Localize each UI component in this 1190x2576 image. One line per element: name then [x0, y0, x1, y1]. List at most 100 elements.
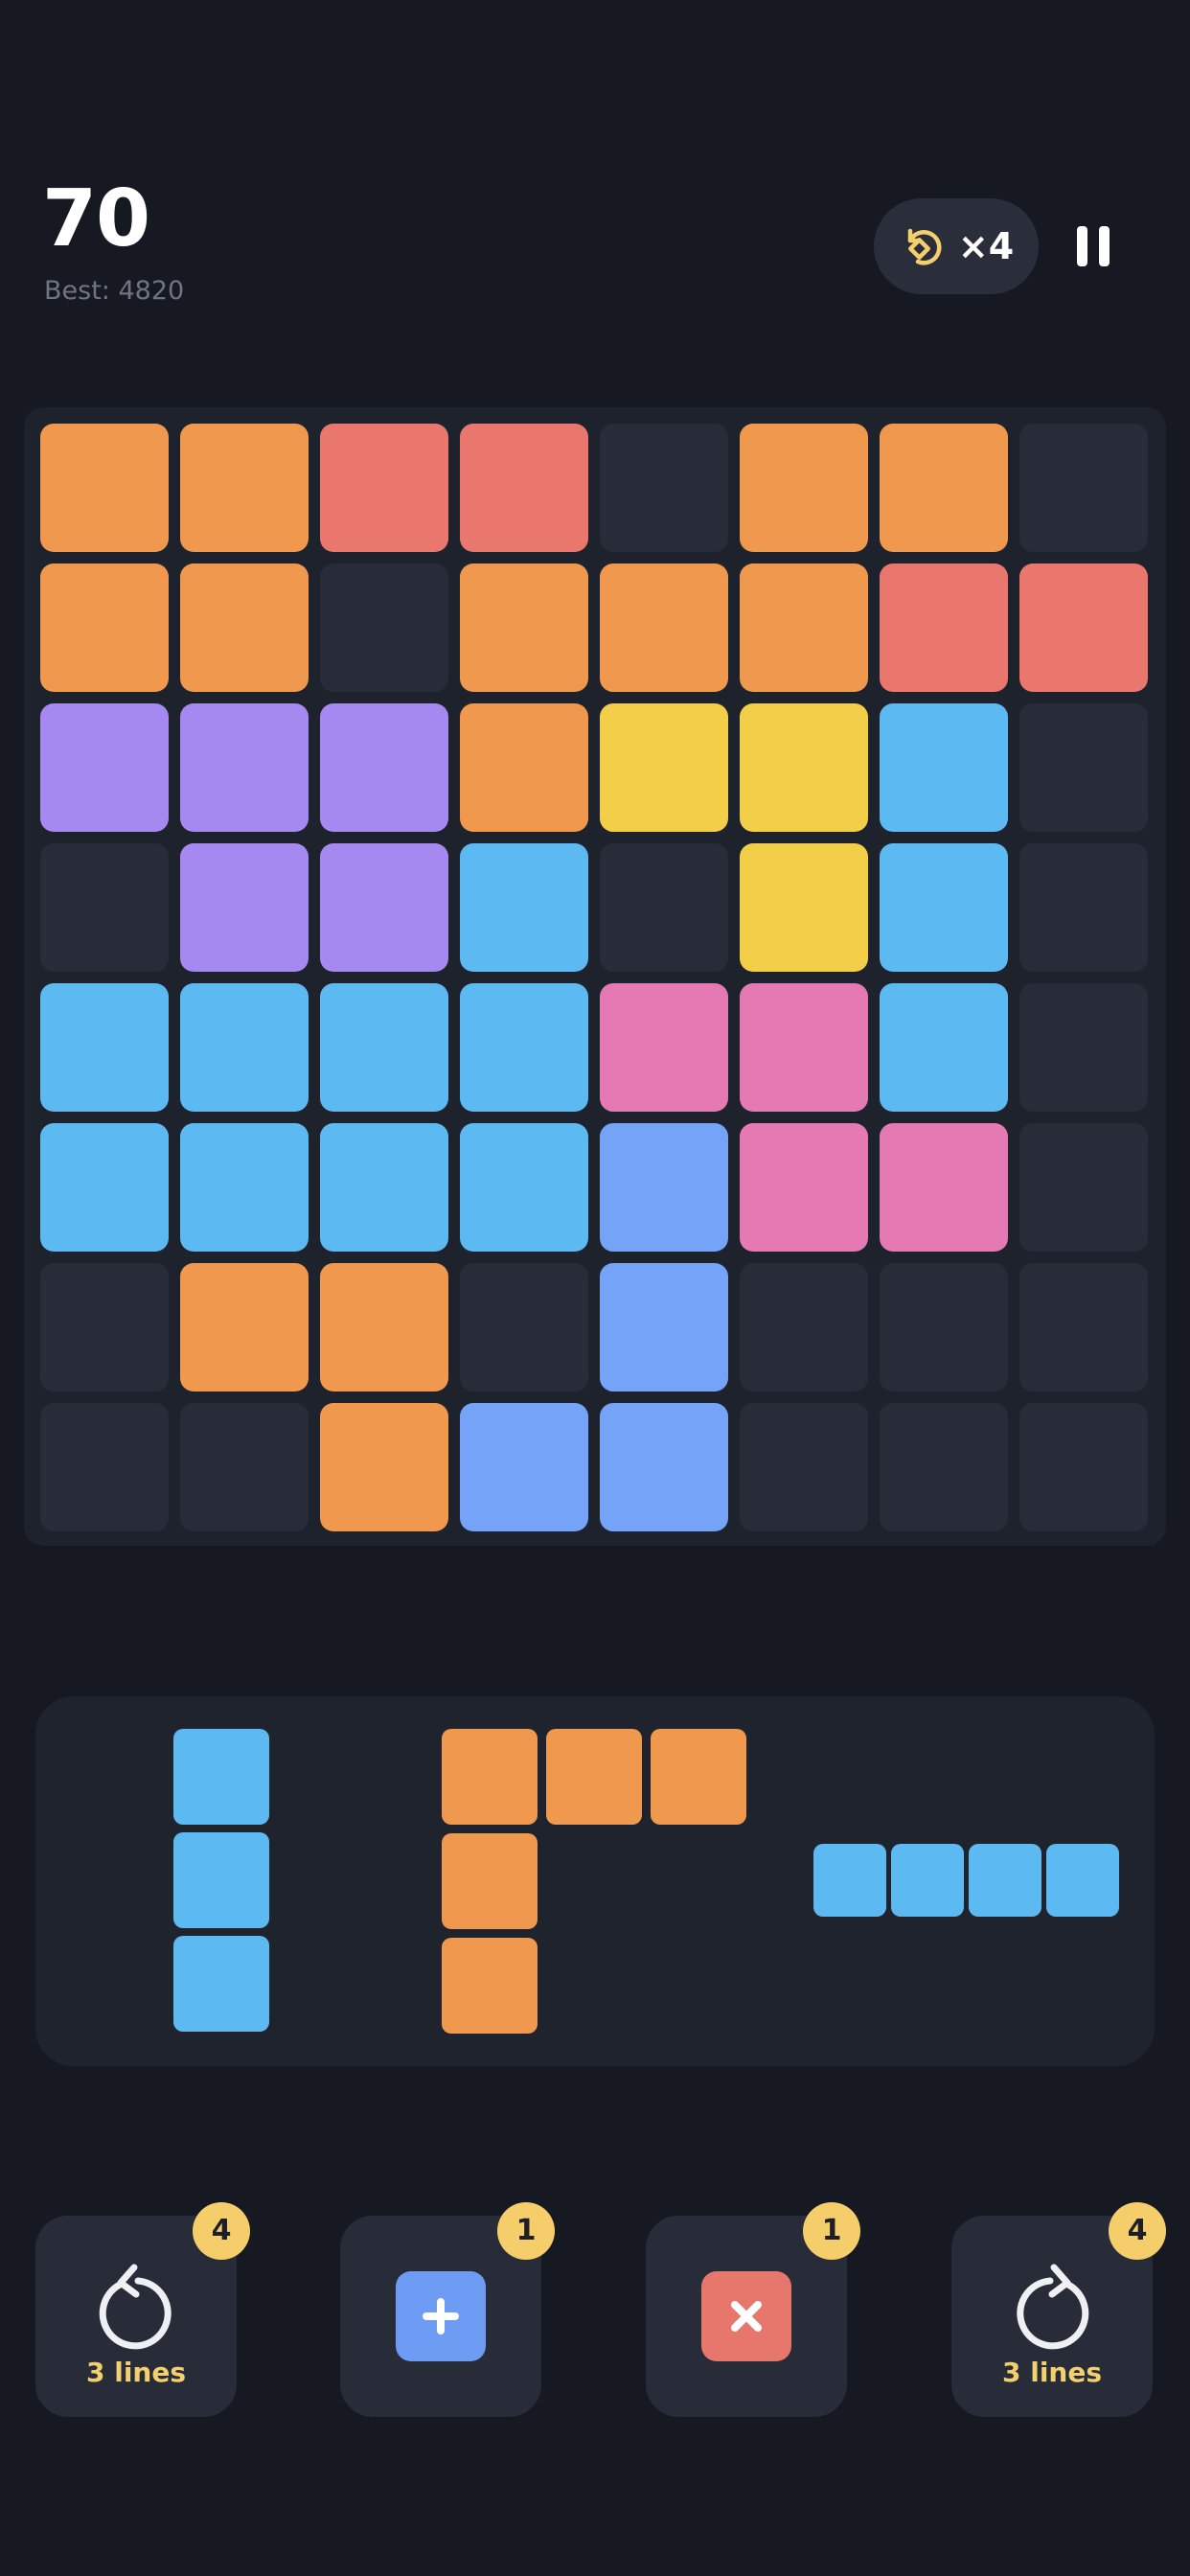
- board-cell-filled[interactable]: [600, 1403, 728, 1531]
- board-cell-filled[interactable]: [740, 843, 868, 972]
- board-cell-filled[interactable]: [320, 424, 448, 552]
- horizontal-four-block-piece[interactable]: [813, 1844, 1120, 1917]
- board-cell-filled[interactable]: [40, 703, 169, 832]
- board-cell-filled[interactable]: [180, 564, 309, 692]
- board-cell-empty[interactable]: [460, 1263, 588, 1392]
- board-cell-filled[interactable]: [460, 1403, 588, 1531]
- board-cell-filled[interactable]: [600, 703, 728, 832]
- board-cell-filled[interactable]: [460, 843, 588, 972]
- board-cell-filled[interactable]: [180, 843, 309, 972]
- redo-lines-label: 3 lines: [1001, 2357, 1102, 2388]
- board-cell-filled[interactable]: [460, 424, 588, 552]
- add-block-button[interactable]: 1: [340, 2202, 555, 2417]
- board-cell-filled[interactable]: [740, 983, 868, 1112]
- board-cell-filled[interactable]: [740, 1123, 868, 1252]
- board-cell-empty[interactable]: [1019, 1263, 1148, 1392]
- board-cell-filled[interactable]: [880, 843, 1008, 972]
- board-cell-empty[interactable]: [1019, 843, 1148, 972]
- board-cell-empty[interactable]: [1019, 424, 1148, 552]
- board-cell-filled[interactable]: [460, 703, 588, 832]
- piece-block: [969, 1844, 1041, 1917]
- board-cell-filled[interactable]: [600, 1263, 728, 1392]
- vertical-three-block-piece[interactable]: [173, 1729, 271, 2034]
- piece-block: [891, 1844, 964, 1917]
- board-cell-filled[interactable]: [320, 1123, 448, 1252]
- board-cell-empty[interactable]: [1019, 983, 1148, 1112]
- remove-block-button[interactable]: 1: [646, 2202, 860, 2417]
- board-cell-filled[interactable]: [40, 1123, 169, 1252]
- board-cell-filled[interactable]: [180, 424, 309, 552]
- board-cell-filled[interactable]: [460, 983, 588, 1112]
- board-cell-filled[interactable]: [600, 1123, 728, 1252]
- board-cell-filled[interactable]: [880, 424, 1008, 552]
- board-cell-empty[interactable]: [180, 1403, 309, 1531]
- board-cell-filled[interactable]: [180, 1263, 309, 1392]
- remove-count-badge: 1: [803, 2202, 860, 2260]
- board-cell-filled[interactable]: [40, 424, 169, 552]
- board-cell-filled[interactable]: [180, 703, 309, 832]
- board-cell-filled[interactable]: [880, 983, 1008, 1112]
- board-cell-empty[interactable]: [1019, 1403, 1148, 1531]
- score-value: 70: [42, 173, 150, 264]
- board-cell-filled[interactable]: [180, 1123, 309, 1252]
- board-cell-empty[interactable]: [600, 843, 728, 972]
- piece-block: [1046, 1844, 1119, 1917]
- piece-block: [813, 1844, 886, 1917]
- piece-block: [442, 1729, 538, 1825]
- board-cell-filled[interactable]: [880, 1123, 1008, 1252]
- game-board[interactable]: [24, 407, 1166, 1546]
- board-cell-empty[interactable]: [600, 424, 728, 552]
- board-cell-filled[interactable]: [880, 703, 1008, 832]
- piece-block: [442, 1938, 538, 2034]
- board-cell-empty[interactable]: [740, 1403, 868, 1531]
- close-icon: [701, 2271, 791, 2361]
- add-count-badge: 1: [497, 2202, 555, 2260]
- board-cell-filled[interactable]: [40, 564, 169, 692]
- rotate-button[interactable]: ×4: [874, 198, 1039, 294]
- redo-arrow-icon: [1017, 2264, 1089, 2350]
- piece-block: [173, 1936, 269, 2032]
- board-cell-filled[interactable]: [40, 983, 169, 1112]
- board-cell-filled[interactable]: [600, 983, 728, 1112]
- corner-l-block-piece[interactable]: [442, 1729, 748, 2034]
- board-cell-filled[interactable]: [320, 1403, 448, 1531]
- board-cell-filled[interactable]: [320, 1263, 448, 1392]
- board-cell-filled[interactable]: [740, 424, 868, 552]
- board-cell-empty[interactable]: [880, 1263, 1008, 1392]
- board-cell-empty[interactable]: [40, 843, 169, 972]
- pause-icon-bar-left: [1077, 226, 1087, 266]
- board-cell-filled[interactable]: [320, 843, 448, 972]
- board-cell-filled[interactable]: [320, 703, 448, 832]
- piece-block: [651, 1729, 746, 1825]
- undo-lines-button[interactable]: 3 lines 4: [35, 2202, 250, 2417]
- board-cell-filled[interactable]: [1019, 564, 1148, 692]
- piece-tray: [35, 1696, 1155, 2066]
- board-cell-filled[interactable]: [320, 983, 448, 1112]
- board-cell-empty[interactable]: [40, 1263, 169, 1392]
- pause-icon-bar-right: [1099, 226, 1110, 266]
- board-cell-filled[interactable]: [740, 703, 868, 832]
- piece-block: [546, 1729, 642, 1825]
- board-cell-empty[interactable]: [1019, 1123, 1148, 1252]
- board-cell-empty[interactable]: [40, 1403, 169, 1531]
- piece-block: [173, 1729, 269, 1825]
- board-cell-filled[interactable]: [460, 564, 588, 692]
- undo-count-badge: 4: [193, 2202, 250, 2260]
- board-cell-filled[interactable]: [740, 564, 868, 692]
- best-score: Best: 4820: [44, 276, 185, 306]
- piece-block: [173, 1832, 269, 1928]
- board-cell-filled[interactable]: [180, 983, 309, 1112]
- board-cell-empty[interactable]: [1019, 703, 1148, 832]
- piece-block: [442, 1833, 538, 1929]
- board-cell-empty[interactable]: [740, 1263, 868, 1392]
- board-cell-filled[interactable]: [880, 564, 1008, 692]
- undo-lines-label: 3 lines: [85, 2357, 186, 2388]
- board-cell-filled[interactable]: [600, 564, 728, 692]
- board-cell-empty[interactable]: [880, 1403, 1008, 1531]
- undo-arrow-icon: [99, 2264, 172, 2350]
- board-cell-filled[interactable]: [460, 1123, 588, 1252]
- rotate-count: ×4: [957, 225, 1015, 267]
- redo-lines-button[interactable]: 3 lines 4: [951, 2202, 1166, 2417]
- pause-button[interactable]: [1077, 226, 1110, 266]
- board-cell-empty[interactable]: [320, 564, 448, 692]
